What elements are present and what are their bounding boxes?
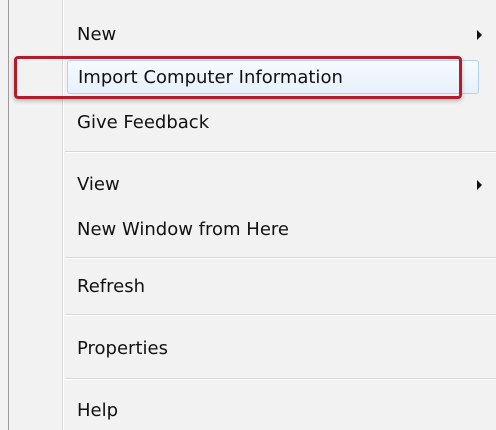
menu-separator xyxy=(65,151,496,153)
menu-item-help[interactable]: Help xyxy=(65,394,496,428)
triangle-right-icon xyxy=(477,180,482,190)
menu-left-border xyxy=(8,0,9,430)
menu-item-label: Help xyxy=(77,400,119,421)
menu-item-new-window-from-here[interactable]: New Window from Here xyxy=(65,213,496,247)
menu-separator xyxy=(65,314,496,316)
menu-item-label: Refresh xyxy=(77,276,145,297)
menu-item-give-feedback[interactable]: Give Feedback xyxy=(65,106,496,140)
menu-item-properties[interactable]: Properties xyxy=(65,332,496,366)
red-callout-box xyxy=(14,56,462,99)
menu-separator xyxy=(65,257,496,259)
menu-item-refresh[interactable]: Refresh xyxy=(65,270,496,304)
menu-item-label: Properties xyxy=(77,338,168,359)
menu-item-new[interactable]: New xyxy=(65,18,496,52)
menu-separator xyxy=(65,378,496,380)
triangle-right-icon xyxy=(477,30,482,40)
menu-item-view[interactable]: View xyxy=(65,168,496,202)
context-menu: New Import Computer Information Give Fee… xyxy=(0,0,496,430)
menu-item-label: View xyxy=(77,174,120,195)
menu-item-label: Give Feedback xyxy=(77,112,210,133)
menu-item-label: New xyxy=(77,24,117,45)
menu-item-label: New Window from Here xyxy=(77,219,289,240)
